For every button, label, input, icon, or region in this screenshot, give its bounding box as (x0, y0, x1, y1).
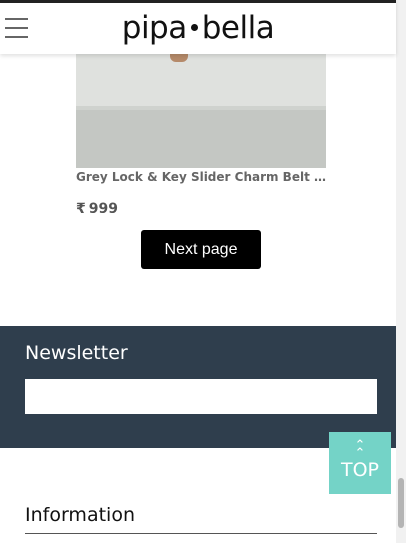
logo-text-right: bella (201, 10, 275, 46)
belt-edge (76, 106, 326, 110)
logo-text-left: pipa (121, 10, 187, 46)
belt-surface (76, 54, 326, 106)
page-scrollbar[interactable] (396, 0, 406, 543)
site-logo[interactable]: pipa bella (0, 10, 396, 46)
product-name[interactable]: Grey Lock & Key Slider Charm Belt Br... (76, 170, 328, 184)
currency-symbol: ₹ (76, 201, 86, 217)
information-heading[interactable]: Information (25, 504, 135, 526)
next-page-button[interactable]: Next page (141, 230, 261, 269)
scrollbar-thumb[interactable] (398, 478, 404, 528)
newsletter-title: Newsletter (25, 342, 128, 364)
belt-charm (170, 54, 188, 62)
double-chevron-up-icon: ⌃ ⌃ (354, 438, 366, 461)
scroll-top-label: TOP (340, 459, 380, 481)
product-price: ₹999 (76, 201, 118, 217)
header-bar: pipa bella (0, 0, 396, 54)
price-value: 999 (88, 201, 118, 217)
divider (25, 533, 377, 534)
product-image[interactable] (76, 54, 326, 168)
scroll-to-top-button[interactable]: ⌃ ⌃ TOP (329, 432, 391, 494)
newsletter-section: Newsletter (0, 326, 396, 448)
newsletter-email-input[interactable] (25, 379, 377, 414)
logo-dot (190, 24, 198, 31)
